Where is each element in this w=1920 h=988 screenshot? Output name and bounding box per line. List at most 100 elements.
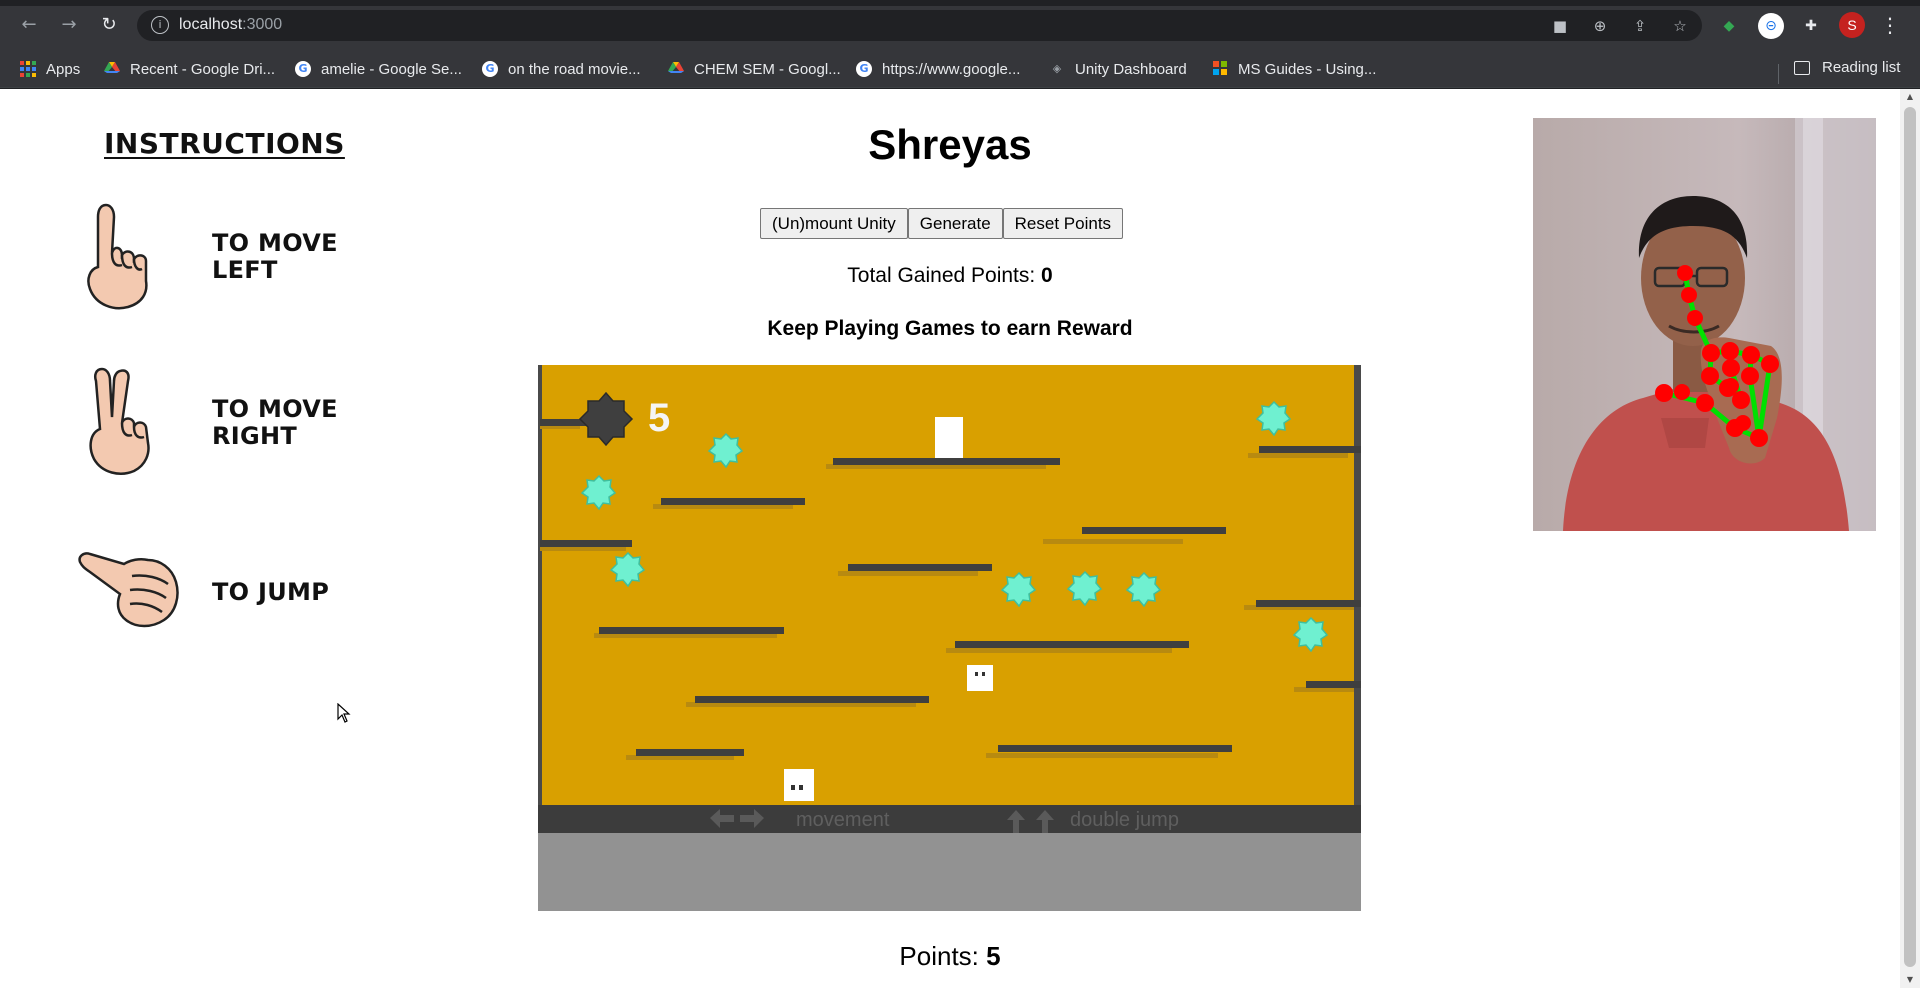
two-finger-hand-icon [89,367,150,475]
scrollbar-thumb[interactable] [1904,107,1916,967]
instruction-line: LEFT [212,256,278,284]
action-buttons: (Un)mount Unity Generate Reset Points [760,208,1124,239]
google-icon: G [295,61,311,77]
bookmark-label: Recent - Google Dri... [130,60,276,78]
goal-door [935,417,963,458]
bookmark-label: https://www.google... [882,60,1021,78]
hand-landmark [1750,429,1768,447]
browser-toolbar: ← → ↻ i localhost:3000 ■ ⊕ ⇪ ☆ ◆ ⊝ ✚ S ⋮ [0,0,1920,50]
platform [848,564,992,571]
total-gained-points: Total Gained Points: 0 [750,264,1150,288]
bookmark-label: CHEM SEM - Googl... [694,60,841,78]
url-text[interactable]: localhost:3000 [179,16,282,34]
reload-button[interactable]: ↻ [98,14,120,36]
page-scrollbar[interactable]: ▲ ▼ [1900,89,1920,988]
hand-landmark [1741,367,1759,385]
hand-landmark [1732,391,1750,409]
forward-button[interactable]: → [58,14,80,36]
bookmark-unity-dashboard[interactable]: ◈ Unity Dashboard [1049,59,1187,79]
hand-landmark [1655,384,1673,402]
instruction-text: TO JUMP [212,578,329,606]
hand-landmark [1722,359,1740,377]
platform [1259,446,1361,453]
puzzle-icon[interactable]: ✚ [1798,13,1824,39]
generate-button[interactable]: Generate [907,208,1003,239]
one-finger-hand-icon [87,203,148,310]
bookmark-label: MS Guides - Using... [1238,60,1377,78]
google-drive-icon [104,61,120,77]
hand-landmark [1677,265,1693,281]
player-name-heading: Shreyas [868,121,1032,168]
bookmarks-divider [1778,64,1779,84]
instruction-text: TO MOVE LEFT [212,230,338,284]
bookmark-ms-guides[interactable]: MS Guides - Using... [1212,59,1376,79]
unity-game-canvas[interactable]: 5 movement double jump [538,365,1361,911]
player-character [784,769,814,801]
gem-icon [609,551,646,588]
platform [599,627,784,634]
bookmark-label: Unity Dashboard [1075,60,1187,78]
unity-icon: ◈ [1052,62,1062,75]
extension-icon[interactable]: ◆ [1716,13,1742,39]
gem-icon [707,432,744,469]
reading-list-button[interactable]: Reading list [1794,59,1900,76]
points-value: 5 [986,941,1001,971]
menu-kebab-icon[interactable]: ⋮ [1880,14,1900,36]
camera-icon[interactable]: ■ [1550,16,1570,36]
google-icon: G [856,61,872,77]
instruction-text: TO MOVE RIGHT [212,396,338,450]
hand-landmark [1723,378,1739,394]
platform [833,458,1060,465]
bookmark-label: amelie - Google Se... [321,60,462,78]
gem-icon [1125,571,1162,608]
platform [998,745,1232,752]
bookmark-google-url[interactable]: G https://www.google... [856,59,1020,79]
apps-grid-icon [20,61,36,77]
hand-landmark [1681,287,1697,303]
movement-hint: movement [796,809,890,831]
platform [1082,527,1226,534]
zoom-icon[interactable]: ⊕ [1590,16,1610,36]
instruction-jump: TO JUMP [76,532,329,652]
hand-landmark [1696,394,1714,412]
reset-points-button[interactable]: Reset Points [1002,208,1124,239]
enemy-cube [967,665,993,691]
scroll-down-arrow-icon[interactable]: ▼ [1900,972,1920,988]
reading-list-label: Reading list [1822,59,1901,76]
ms-guides-icon [1212,61,1228,77]
platform [1306,681,1361,688]
bookmark-amelie[interactable]: G amelie - Google Se... [295,59,462,79]
points-label: Points: [899,941,987,971]
instruction-line: RIGHT [212,422,298,450]
tab-strip [0,0,1920,6]
hud-bar [538,805,1361,833]
gem-icon [1066,570,1103,607]
mouse-cursor-icon [337,703,351,723]
gem-icon [1255,400,1292,437]
gem-icon [1000,571,1037,608]
bookmark-star-icon[interactable]: ☆ [1670,16,1690,36]
hand-landmark [1742,346,1760,364]
unmount-unity-button[interactable]: (Un)mount Unity [760,208,908,239]
site-info-icon[interactable]: i [151,16,169,34]
extension-blue-icon[interactable]: ⊝ [1758,13,1784,39]
hand-landmark [1735,415,1751,431]
scroll-up-arrow-icon[interactable]: ▲ [1900,89,1920,105]
total-label: Total Gained Points: [847,264,1042,287]
instructions-title: INSTRUCTIONS [104,127,345,160]
profile-avatar[interactable]: S [1839,12,1865,38]
bookmark-on-the-road[interactable]: G on the road movie... [482,59,641,79]
bookmarks-bar: Apps Recent - Google Dri... G amelie - G… [0,50,1920,88]
game-floor [538,833,1361,911]
gem-icon [580,474,617,511]
platform [661,498,805,505]
bookmark-apps[interactable]: Apps [20,59,80,79]
google-drive-icon [668,61,684,77]
bookmark-chem-sem[interactable]: CHEM SEM - Googl... [668,59,841,79]
bookmark-recent-drive[interactable]: Recent - Google Dri... [104,59,275,79]
platform [636,749,744,756]
address-bar[interactable]: i localhost:3000 ■ ⊕ ⇪ ☆ [137,10,1702,41]
hand-landmark [1761,355,1779,373]
share-icon[interactable]: ⇪ [1630,16,1650,36]
back-button[interactable]: ← [18,14,40,36]
